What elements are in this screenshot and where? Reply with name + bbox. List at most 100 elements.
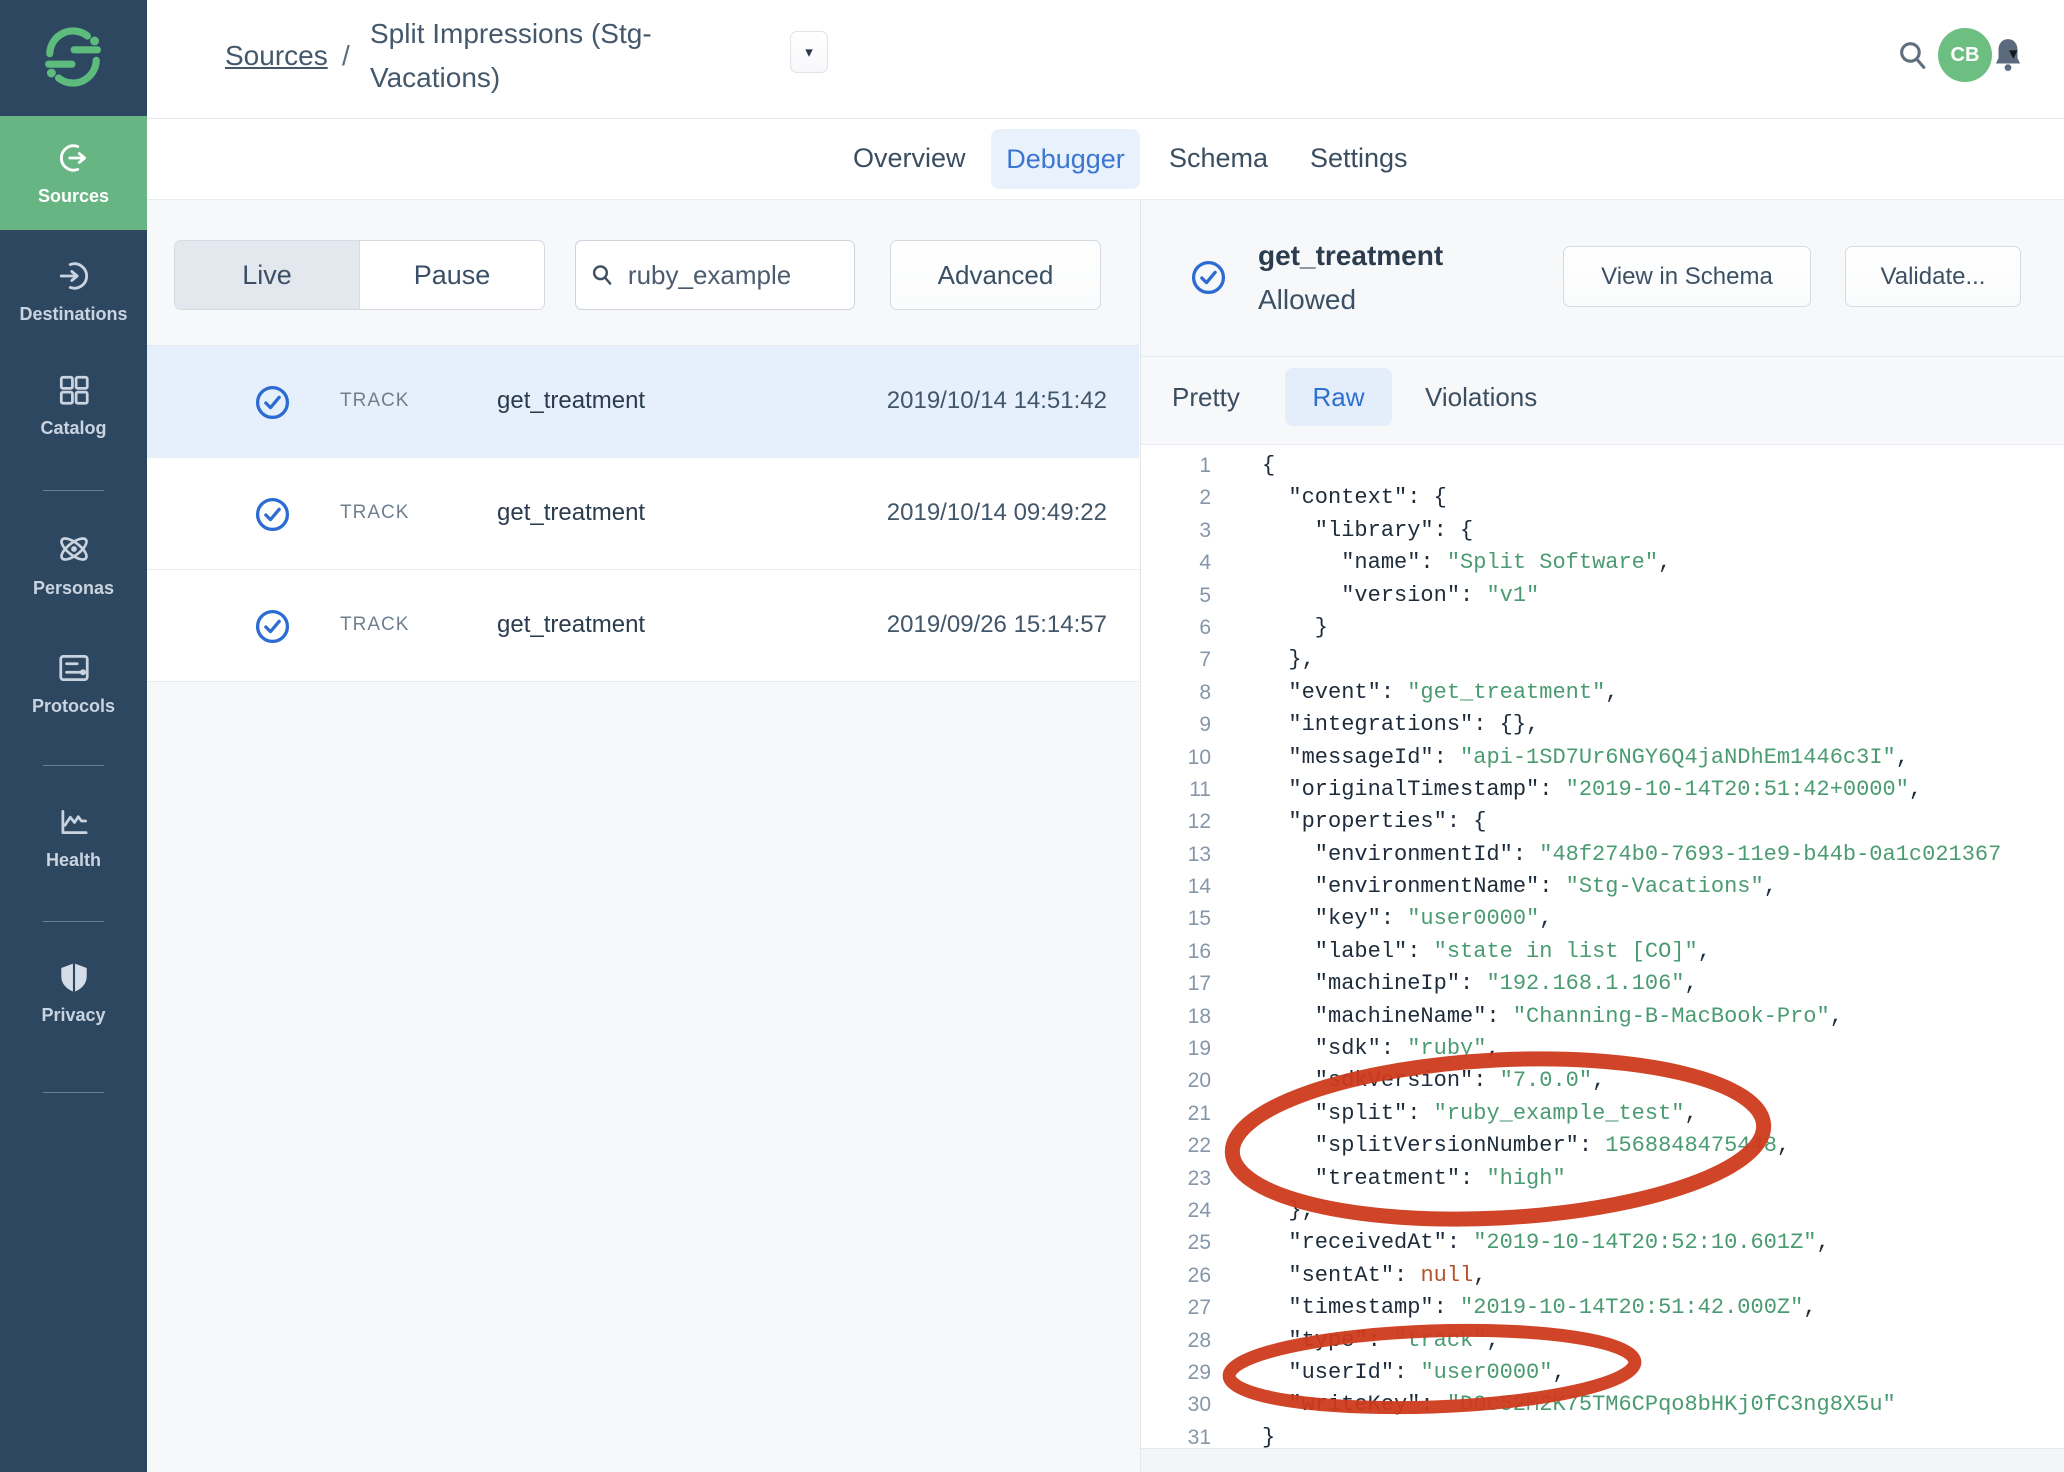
sidebar-item-label: Health <box>0 850 147 871</box>
raw-json-viewer[interactable]: 1{2 "context": {3 "library": {4 "name": … <box>1141 445 2064 1448</box>
code-line: 17 "machineIp": "192.168.1.106", <box>1141 968 2064 1000</box>
tab-bar: Overview Debugger Schema Settings <box>147 119 2064 200</box>
event-row[interactable]: TRACK get_treatment 2019/10/14 09:49:22 <box>147 458 1139 570</box>
code-line: 14 "environmentName": "Stg-Vacations", <box>1141 871 2064 903</box>
breadcrumb-sources-link[interactable]: Sources <box>225 40 328 72</box>
code-line: 9 "integrations": {}, <box>1141 709 2064 741</box>
view-in-schema-button[interactable]: View in Schema <box>1563 246 1811 307</box>
privacy-shield-icon <box>56 959 92 995</box>
code-line: 19 "sdk": "ruby", <box>1141 1033 2064 1065</box>
event-search-input[interactable] <box>626 259 840 292</box>
event-type: TRACK <box>340 390 409 412</box>
code-line: 4 "name": "Split Software", <box>1141 547 2064 579</box>
sidebar-item-destinations[interactable]: Destinations <box>0 258 147 325</box>
event-row[interactable]: TRACK get_treatment 2019/10/14 14:51:42 <box>147 346 1139 458</box>
line-number: 22 <box>1141 1130 1211 1162</box>
code-line: 24 }, <box>1141 1195 2064 1227</box>
segment-logo[interactable] <box>0 0 147 116</box>
code-line: 10 "messageId": "api-1SD7Ur6NGY6Q4jaNDhE… <box>1141 742 2064 774</box>
code-line: 28 "type": "track", <box>1141 1325 2064 1357</box>
advanced-button[interactable]: Advanced <box>890 240 1101 310</box>
event-name: get_treatment <box>497 387 645 415</box>
event-name: get_treatment <box>497 499 645 527</box>
search-icon[interactable] <box>1896 39 1929 72</box>
line-number: 23 <box>1141 1163 1211 1195</box>
code-line: 15 "key": "user0000", <box>1141 903 2064 935</box>
code-line: 7 }, <box>1141 644 2064 676</box>
line-number: 17 <box>1141 968 1211 1000</box>
tab-debugger[interactable]: Debugger <box>991 129 1140 189</box>
line-number: 5 <box>1141 580 1211 612</box>
code-line: 22 "splitVersionNumber": 1568848475448, <box>1141 1130 2064 1162</box>
source-dropdown-button[interactable]: ▾ <box>790 31 828 73</box>
tab-violations[interactable]: Violations <box>1425 382 1537 413</box>
sidebar-divider <box>43 1092 104 1093</box>
segment-logo-icon <box>42 26 104 88</box>
line-number: 16 <box>1141 936 1211 968</box>
code-line: 26 "sentAt": null, <box>1141 1260 2064 1292</box>
sidebar-divider <box>43 921 104 922</box>
page-title: Split Impressions (Stg-Vacations) <box>370 12 700 100</box>
line-number: 30 <box>1141 1389 1211 1421</box>
app-window: Sources Destinations Cata <box>0 0 2064 1472</box>
sources-icon <box>56 140 92 176</box>
allowed-check-icon <box>254 608 291 645</box>
sidebar-item-catalog[interactable]: Catalog <box>0 372 147 439</box>
sidebar-item-health[interactable]: Health <box>0 804 147 871</box>
avatar[interactable]: CB <box>1938 28 1992 82</box>
event-timestamp: 2019/09/26 15:14:57 <box>887 611 1107 639</box>
top-bar: Sources / Split Impressions (Stg-Vacatio… <box>147 0 2064 119</box>
code-line: 2 "context": { <box>1141 482 2064 514</box>
line-number: 18 <box>1141 1001 1211 1033</box>
line-number: 11 <box>1141 774 1211 806</box>
line-number: 3 <box>1141 515 1211 547</box>
tab-raw[interactable]: Raw <box>1285 368 1392 426</box>
line-number: 7 <box>1141 644 1211 676</box>
pause-toggle-button[interactable]: Pause <box>360 241 544 309</box>
sidebar-item-label: Privacy <box>0 1005 147 1026</box>
validate-button[interactable]: Validate... <box>1845 246 2021 307</box>
code-footer-strip <box>1141 1448 2064 1472</box>
line-number: 2 <box>1141 482 1211 514</box>
sidebar-item-sources[interactable]: Sources <box>0 116 147 230</box>
line-number: 19 <box>1141 1033 1211 1065</box>
sidebar-item-label: Personas <box>0 578 147 599</box>
code-line: 12 "properties": { <box>1141 806 2064 838</box>
line-number: 25 <box>1141 1227 1211 1259</box>
health-icon <box>56 804 92 840</box>
event-list: TRACK get_treatment 2019/10/14 14:51:42 … <box>147 345 1139 682</box>
allowed-check-icon <box>1190 259 1227 296</box>
event-row[interactable]: TRACK get_treatment 2019/09/26 15:14:57 <box>147 570 1139 682</box>
line-number: 15 <box>1141 903 1211 935</box>
tab-settings[interactable]: Settings <box>1310 143 1408 174</box>
sidebar-item-label: Catalog <box>0 418 147 439</box>
code-line: 21 "split": "ruby_example_test", <box>1141 1098 2064 1130</box>
event-type: TRACK <box>340 502 409 524</box>
live-pause-toggle: Live Pause <box>174 240 545 310</box>
sidebar-item-label: Protocols <box>0 696 147 717</box>
code-line: 11 "originalTimestamp": "2019-10-14T20:5… <box>1141 774 2064 806</box>
code-line: 13 "environmentId": "48f274b0-7693-11e9-… <box>1141 839 2064 871</box>
allowed-check-icon <box>254 384 291 421</box>
sidebar-divider <box>43 490 104 491</box>
sidebar-item-personas[interactable]: Personas <box>0 530 147 599</box>
code-line: 3 "library": { <box>1141 515 2064 547</box>
tab-schema[interactable]: Schema <box>1169 143 1268 174</box>
sidebar-item-privacy[interactable]: Privacy <box>0 959 147 1026</box>
notifications-bell-icon[interactable] <box>1991 36 2025 74</box>
sidebar-item-protocols[interactable]: Protocols <box>0 650 147 717</box>
code-line: 27 "timestamp": "2019-10-14T20:51:42.000… <box>1141 1292 2064 1324</box>
sidebar-item-label: Destinations <box>0 304 147 325</box>
allowed-check-icon <box>254 496 291 533</box>
line-number: 27 <box>1141 1292 1211 1324</box>
line-number: 12 <box>1141 806 1211 838</box>
live-toggle-button[interactable]: Live <box>175 241 360 309</box>
code-line: 31} <box>1141 1422 2064 1448</box>
avatar-caret-icon[interactable]: ▾ <box>2009 44 2018 64</box>
tab-pretty[interactable]: Pretty <box>1172 382 1240 413</box>
destinations-icon <box>56 258 92 294</box>
code-line: 23 "treatment": "high" <box>1141 1163 2064 1195</box>
tab-overview[interactable]: Overview <box>853 143 966 174</box>
personas-icon <box>55 530 93 568</box>
event-timestamp: 2019/10/14 14:51:42 <box>887 387 1107 415</box>
